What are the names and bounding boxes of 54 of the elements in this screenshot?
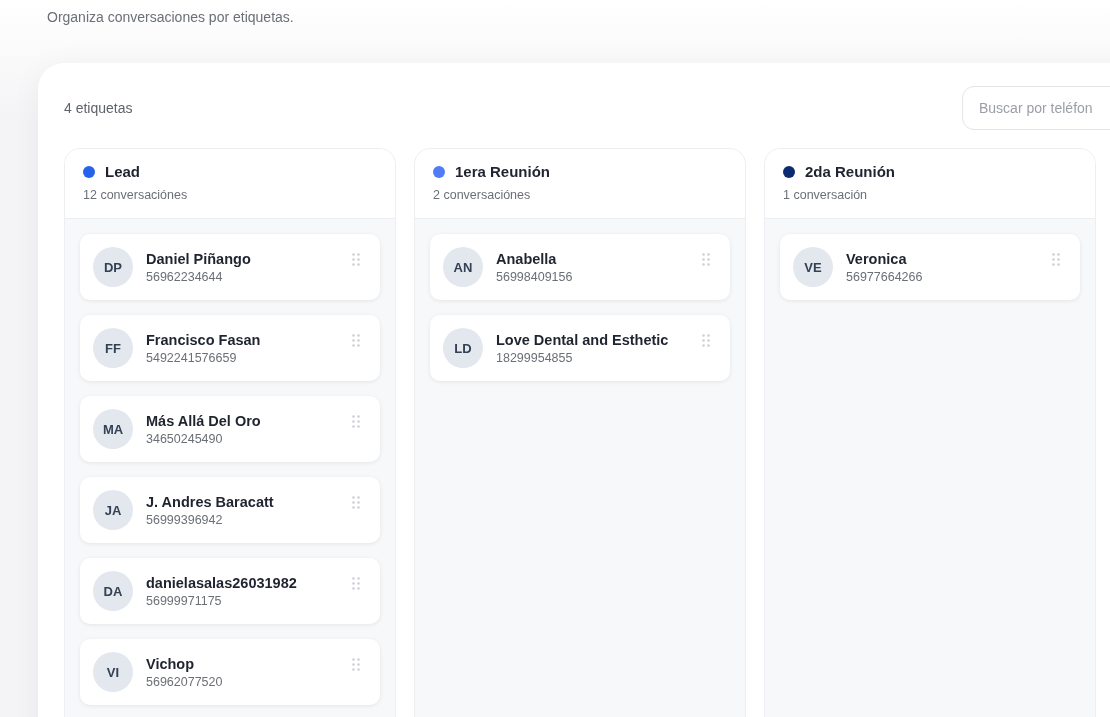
contact-name: J. Andres Baracatt — [146, 493, 275, 510]
column-title: Lead — [105, 163, 140, 180]
contact-phone: 56999396942 — [146, 512, 224, 527]
avatar-initials: FF — [93, 328, 133, 368]
contact-name: Love Dental and Esthetic — [496, 331, 670, 348]
contact-phone: 56998409156 — [496, 269, 574, 284]
contact-card[interactable]: VE Veronica 56977664266 — [780, 234, 1080, 300]
contact-phone: 5492241576659 — [146, 350, 238, 365]
page-subtitle: Organiza conversaciones por etiquetas. — [46, 8, 295, 27]
contact-phone: 56999971175 — [146, 593, 223, 608]
drag-handle-icon[interactable] — [1052, 253, 1060, 266]
contact-name: Anabella — [496, 250, 558, 267]
search-field[interactable]: Buscar por teléfon — [962, 86, 1110, 130]
column-title: 2da Reunión — [805, 163, 895, 180]
tag-count: 4 etiquetas — [64, 100, 133, 116]
contact-name: Veronica — [846, 250, 908, 267]
column-title: 1era Reunión — [455, 163, 551, 180]
drag-handle-icon[interactable] — [352, 334, 360, 347]
contact-card[interactable]: LD Love Dental and Esthetic 18299954855 — [430, 315, 730, 381]
drag-handle-icon[interactable] — [352, 577, 360, 590]
contact-phone: 34650245490 — [146, 431, 224, 446]
contact-card[interactable]: DA danielasalas26031982 56999971175 — [80, 558, 380, 624]
drag-handle-icon[interactable] — [352, 658, 360, 671]
contact-name: Francisco Fasan — [146, 331, 262, 348]
drag-handle-icon[interactable] — [702, 253, 710, 266]
contact-phone: 18299954855 — [496, 350, 574, 365]
drag-handle-icon[interactable] — [352, 253, 360, 266]
contact-card[interactable]: MA Más Allá Del Oro 34650245490 — [80, 396, 380, 462]
contact-phone: 56977664266 — [846, 269, 924, 284]
contact-name: Vichop — [146, 655, 196, 672]
contact-card[interactable]: VI Vichop 56962077520 — [80, 639, 380, 705]
contact-card[interactable]: JA J. Andres Baracatt 56999396942 — [80, 477, 380, 543]
drag-handle-icon[interactable] — [352, 496, 360, 509]
drag-handle-icon[interactable] — [702, 334, 710, 347]
avatar-initials: LD — [443, 328, 483, 368]
avatar-initials: JA — [93, 490, 133, 530]
contact-phone: 56962234644 — [146, 269, 224, 284]
conversation-count: 12 conversaciónes — [83, 188, 189, 202]
contact-card[interactable]: AN Anabella 56998409156 — [430, 234, 730, 300]
avatar-initials: DA — [93, 571, 133, 611]
conversation-count: 1 conversación — [783, 188, 869, 202]
avatar-initials: VE — [793, 247, 833, 287]
avatar-initials: DP — [93, 247, 133, 287]
drag-handle-icon[interactable] — [352, 415, 360, 428]
contact-card[interactable]: DP Daniel Piñango 56962234644 — [80, 234, 380, 300]
contact-phone: 56962077520 — [146, 674, 224, 689]
avatar-initials: VI — [93, 652, 133, 692]
conversation-count: 2 conversaciónes — [433, 188, 532, 202]
contact-name: danielasalas26031982 — [146, 574, 298, 591]
avatar-initials: AN — [443, 247, 483, 287]
contact-card[interactable]: FF Francisco Fasan 5492241576659 — [80, 315, 380, 381]
contact-name: Más Allá Del Oro — [146, 412, 262, 429]
avatar-initials: MA — [93, 409, 133, 449]
contact-name: Daniel Piñango — [146, 250, 252, 267]
